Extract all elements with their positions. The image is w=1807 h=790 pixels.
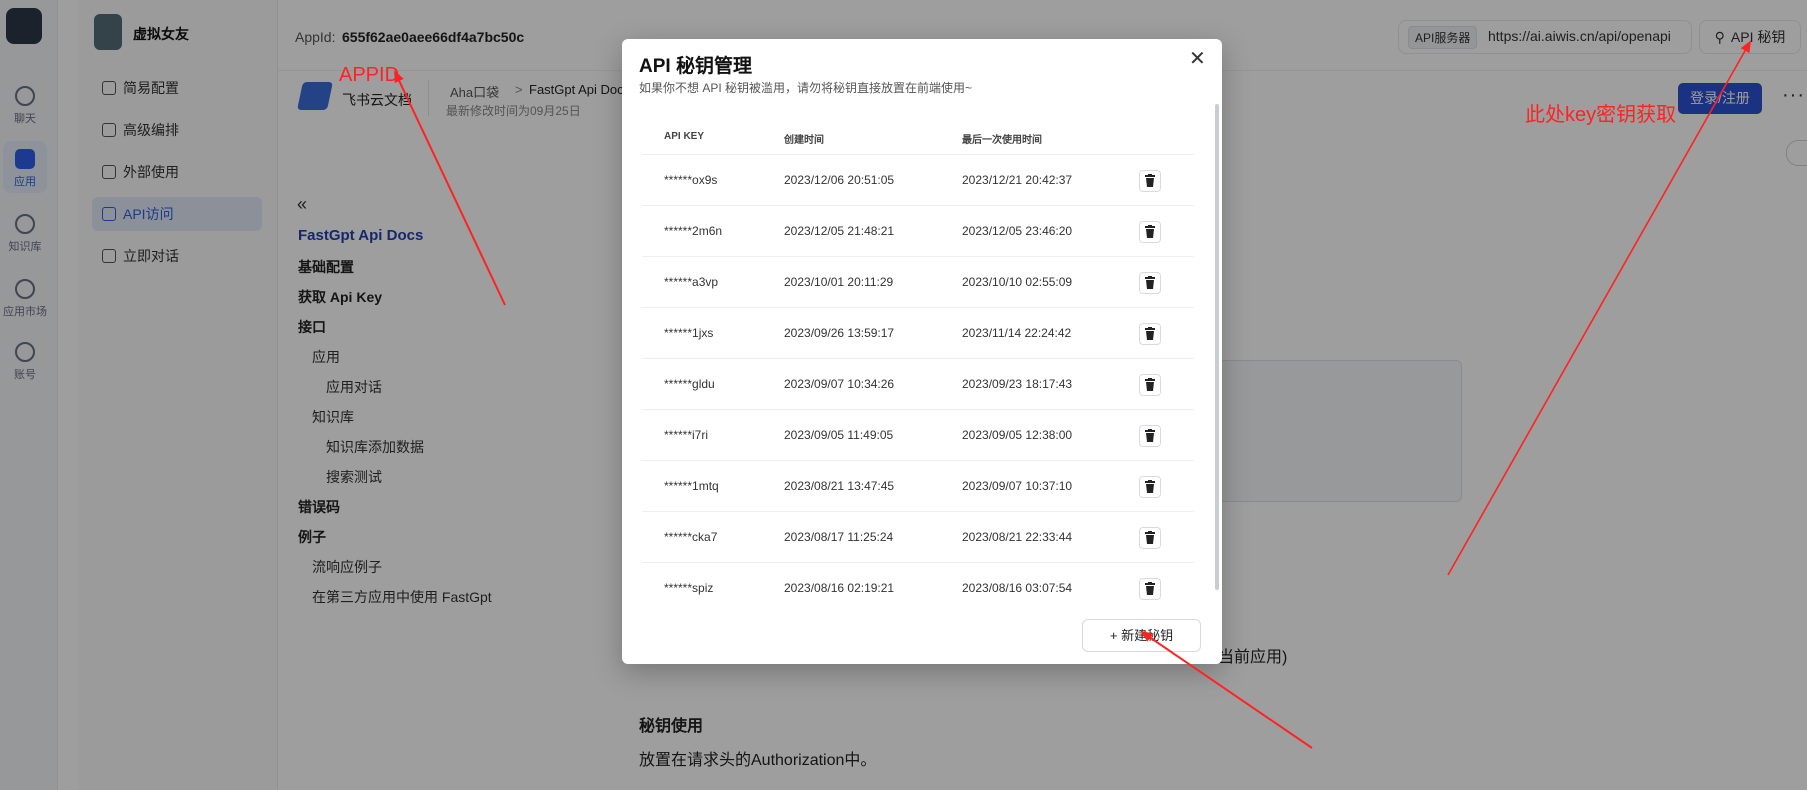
arrow-to-appid [394,70,506,306]
arrow-to-api-key-button [1447,40,1751,576]
annotation-arrows [394,40,1751,749]
arrow-to-new-key-button [1140,630,1313,749]
